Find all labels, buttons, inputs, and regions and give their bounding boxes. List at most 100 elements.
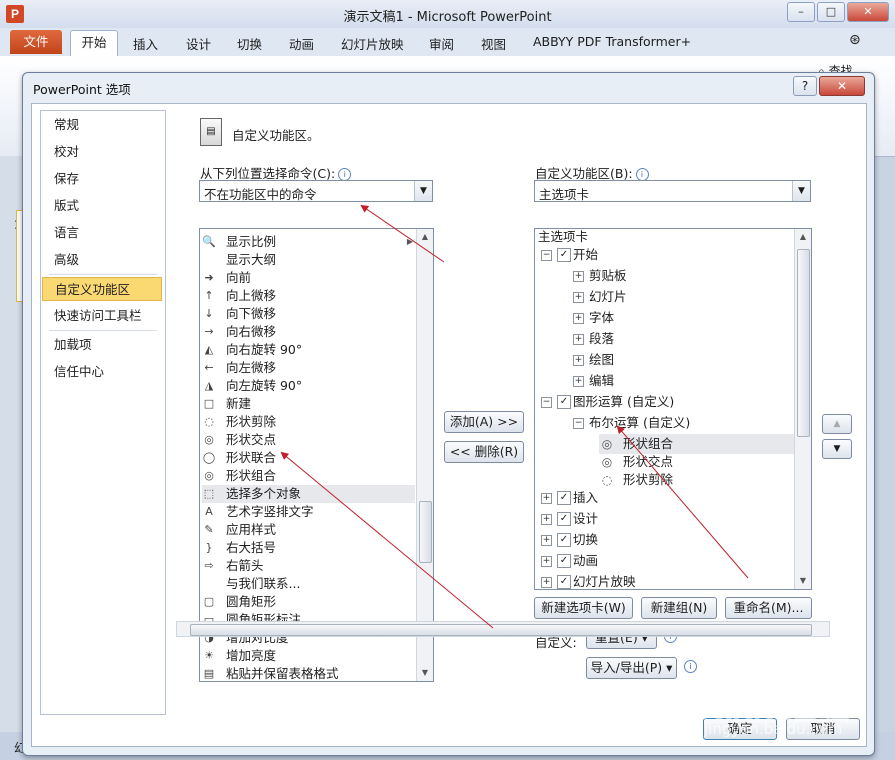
commands-list[interactable]: 🔍 显示比例 ▶ 显示大纲 ➜ 向前 ↑ 向上微移 ↓ 向下微移 → 向右微移 ◭ 向右旋转 90° ← 向左… xyxy=(199,228,434,682)
tab-home[interactable]: 开始 xyxy=(70,30,118,56)
tree-node[interactable]: + 编辑 xyxy=(573,371,795,391)
remove-button[interactable]: << 删除(R) xyxy=(444,441,524,463)
command-item[interactable]: → 向右微移 xyxy=(202,323,415,341)
checkbox[interactable]: ✓ xyxy=(557,248,571,262)
dialog-close-button[interactable]: ✕ xyxy=(819,76,865,96)
tree-node[interactable]: + 剪贴板 xyxy=(573,266,795,286)
expand-icon[interactable]: + xyxy=(541,556,552,567)
nav-language[interactable]: 语言 xyxy=(42,221,162,245)
expand-icon[interactable]: + xyxy=(573,271,584,282)
nav-save[interactable]: 保存 xyxy=(42,167,162,191)
command-item[interactable]: 显示大纲 xyxy=(202,251,415,269)
command-item[interactable]: ➜ 向前 xyxy=(202,269,415,287)
nav-general[interactable]: 常规 xyxy=(42,113,162,137)
command-item[interactable]: A 艺术字竖排文字 xyxy=(202,503,415,521)
tab-slideshow[interactable]: 幻灯片放映 xyxy=(341,34,404,53)
tab-insert[interactable]: 插入 xyxy=(133,34,158,53)
close-window-button[interactable]: ✕ xyxy=(847,2,889,22)
choose-commands-combo[interactable]: 不在功能区中的命令 ▼ xyxy=(199,180,433,202)
command-item[interactable]: ▤ 粘贴并保留表格格式 xyxy=(202,665,415,681)
command-item[interactable]: ◯ 形状联合 xyxy=(202,449,415,467)
command-item[interactable]: ↓ 向下微移 xyxy=(202,305,415,323)
rename-button[interactable]: 重命名(M)... xyxy=(725,597,812,619)
scroll-thumb[interactable] xyxy=(419,501,432,563)
tab-file[interactable]: 文件 xyxy=(10,30,62,54)
collapse-icon[interactable]: − xyxy=(541,250,552,261)
expand-icon[interactable]: + xyxy=(573,292,584,303)
chevron-down-icon[interactable]: ▼ xyxy=(414,181,432,201)
nav-quick-access-toolbar[interactable]: 快速访问工具栏 xyxy=(42,304,162,328)
tree-scrollbar[interactable]: ▲ ▼ xyxy=(794,229,811,589)
tree-node[interactable]: − ✓ 图形运算 (自定义) xyxy=(541,392,795,412)
expand-icon[interactable]: + xyxy=(573,313,584,324)
command-item[interactable]: ▢ 圆角矩形 xyxy=(202,593,415,611)
maximize-button[interactable]: □ xyxy=(817,2,845,22)
command-item[interactable]: ☀ 增加亮度 xyxy=(202,647,415,665)
nav-proofing[interactable]: 校对 xyxy=(42,140,162,164)
minimize-button[interactable]: – xyxy=(787,2,815,22)
command-item[interactable]: ✎ 应用样式 xyxy=(202,521,415,539)
tree-node[interactable]: + ✓ 幻灯片放映 xyxy=(541,572,795,589)
tab-view[interactable]: 视图 xyxy=(481,34,506,53)
new-tab-button[interactable]: 新建选项卡(W) xyxy=(534,597,633,619)
import-export-button[interactable]: 导入/导出(P) ▾ xyxy=(586,657,677,679)
scroll-down-icon[interactable]: ▼ xyxy=(417,665,433,681)
command-item[interactable]: ⬚ 选择多个对象 xyxy=(202,485,415,503)
move-down-button[interactable]: ▼ xyxy=(822,439,852,459)
command-item[interactable]: ← 向左微移 xyxy=(202,359,415,377)
ribbon-tree[interactable]: 主选项卡 − ✓ 开始 + 剪贴板 + 幻灯片 + 字体 + 段落 + 绘图 + 编辑 − ✓ 图形运算 (自定义… xyxy=(534,228,812,590)
tab-review[interactable]: 审阅 xyxy=(429,34,454,53)
tree-node[interactable]: ◎ 形状组合 xyxy=(599,434,795,454)
command-item[interactable]: ⇨ 右箭头 xyxy=(202,557,415,575)
help-icon[interactable]: ⊛ xyxy=(849,32,861,48)
expand-icon[interactable]: + xyxy=(541,493,552,504)
tree-node[interactable]: + 字体 xyxy=(573,308,795,328)
nav-advanced[interactable]: 高级 xyxy=(42,248,162,272)
tab-transitions[interactable]: 切换 xyxy=(237,34,262,53)
command-item[interactable]: 与我们联系... xyxy=(202,575,415,593)
dialog-help-button[interactable]: ? xyxy=(793,76,817,96)
tree-node[interactable]: + 幻灯片 xyxy=(573,287,795,307)
scroll-down-icon[interactable]: ▼ xyxy=(795,573,811,589)
checkbox[interactable]: ✓ xyxy=(557,533,571,547)
expand-icon[interactable]: + xyxy=(541,577,552,588)
horizontal-scroll-thumb[interactable] xyxy=(190,624,812,636)
new-group-button[interactable]: 新建组(N) xyxy=(641,597,717,619)
tree-node[interactable]: + 段落 xyxy=(573,329,795,349)
command-item[interactable]: ◭ 向右旋转 90° xyxy=(202,341,415,359)
tab-abbyy[interactable]: ABBYY PDF Transformer+ xyxy=(533,34,691,49)
expand-icon[interactable]: + xyxy=(573,334,584,345)
commands-scrollbar[interactable]: ▲ ▼ xyxy=(416,229,433,681)
tree-node[interactable]: ◎ 形状交点 xyxy=(599,452,795,472)
tree-node[interactable]: + ✓ 动画 xyxy=(541,551,795,571)
checkbox[interactable]: ✓ xyxy=(557,575,571,589)
add-button[interactable]: 添加(A) >> xyxy=(444,411,524,433)
tab-design[interactable]: 设计 xyxy=(186,34,211,53)
nav-trust-center[interactable]: 信任中心 xyxy=(42,360,162,384)
command-item[interactable]: ◎ 形状组合 xyxy=(202,467,415,485)
command-item[interactable]: 🔍 显示比例 ▶ xyxy=(202,233,415,251)
checkbox[interactable]: ✓ xyxy=(557,512,571,526)
command-item[interactable]: ◌ 形状剪除 xyxy=(202,413,415,431)
expand-icon[interactable]: + xyxy=(541,535,552,546)
checkbox[interactable]: ✓ xyxy=(557,491,571,505)
scroll-up-icon[interactable]: ▲ xyxy=(795,229,811,245)
command-item[interactable]: } 右大括号 xyxy=(202,539,415,557)
command-item[interactable]: ◎ 形状交点 xyxy=(202,431,415,449)
nav-customize-ribbon[interactable]: 自定义功能区 xyxy=(42,277,162,301)
scroll-up-icon[interactable]: ▲ xyxy=(417,229,433,245)
command-item[interactable]: ◮ 向左旋转 90° xyxy=(202,377,415,395)
move-up-button[interactable]: ▲ xyxy=(822,414,852,434)
tab-animations[interactable]: 动画 xyxy=(289,34,314,53)
collapse-icon[interactable]: − xyxy=(541,397,552,408)
expand-icon[interactable]: + xyxy=(573,376,584,387)
expand-icon[interactable]: + xyxy=(573,355,584,366)
expand-icon[interactable]: + xyxy=(541,514,552,525)
collapse-icon[interactable]: − xyxy=(573,418,584,429)
tree-node[interactable]: − 布尔运算 (自定义) xyxy=(573,413,795,433)
checkbox[interactable]: ✓ xyxy=(557,395,571,409)
tree-node[interactable]: + ✓ 切换 xyxy=(541,530,795,550)
nav-layout[interactable]: 版式 xyxy=(42,194,162,218)
command-item[interactable]: ↑ 向上微移 xyxy=(202,287,415,305)
command-item[interactable]: □ 新建 xyxy=(202,395,415,413)
